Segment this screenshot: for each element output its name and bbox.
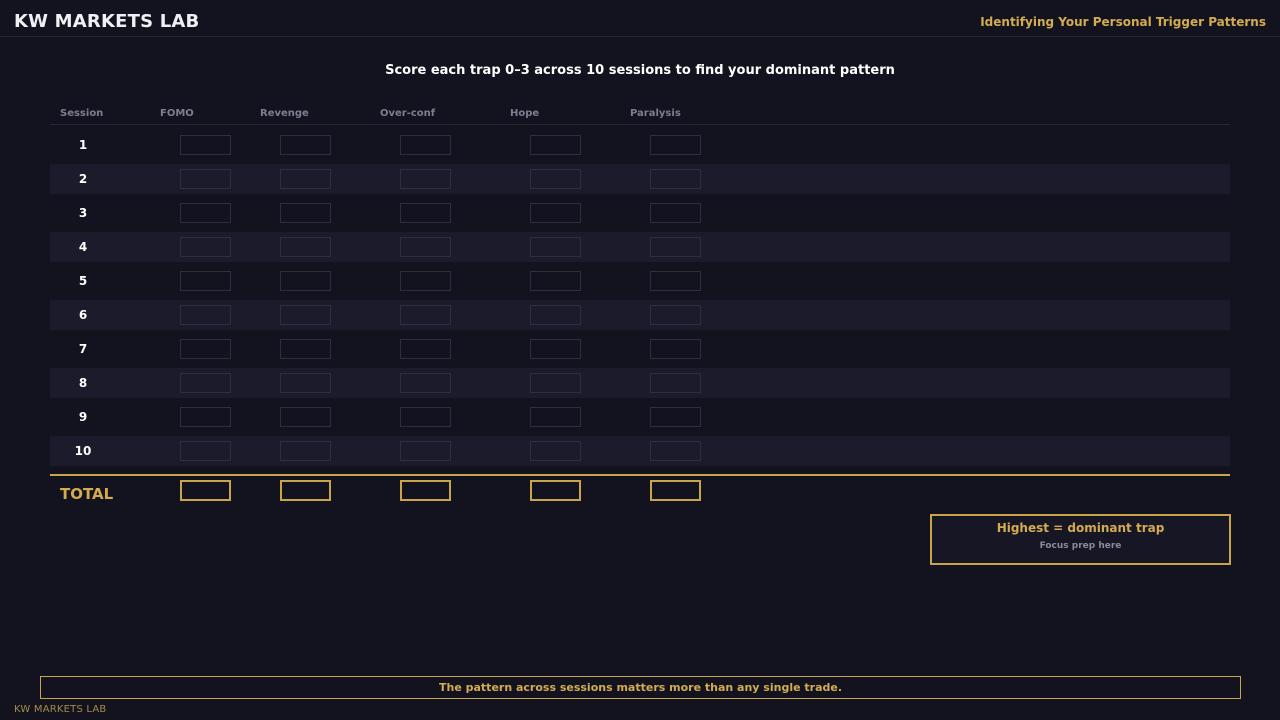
score-cell-hope[interactable]: [530, 373, 581, 393]
score-cell-hope[interactable]: [530, 305, 581, 325]
column-header-revenge: Revenge: [260, 108, 309, 119]
score-cell-revenge[interactable]: [280, 203, 331, 223]
table-row: 7: [50, 334, 1230, 364]
session-number: 1: [78, 138, 88, 152]
score-cell-hope[interactable]: [530, 237, 581, 257]
score-cell-revenge[interactable]: [280, 373, 331, 393]
header-divider: [50, 124, 1230, 125]
score-cell-revenge[interactable]: [280, 271, 331, 291]
session-number: 10: [74, 444, 92, 458]
score-cell-hope[interactable]: [530, 339, 581, 359]
score-cell-paralysis[interactable]: [650, 305, 701, 325]
table-row: 2: [50, 164, 1230, 194]
table-row: 4: [50, 232, 1230, 262]
score-cell-hope[interactable]: [530, 203, 581, 223]
session-number: 3: [78, 206, 88, 220]
table-row: 1: [50, 130, 1230, 160]
footer-note: The pattern across sessions matters more…: [40, 676, 1241, 699]
score-cell-revenge[interactable]: [280, 339, 331, 359]
score-cell-fomo[interactable]: [180, 339, 231, 359]
score-cell-overconf[interactable]: [400, 373, 451, 393]
score-cell-fomo[interactable]: [180, 441, 231, 461]
instruction-text: Score each trap 0–3 across 10 sessions t…: [385, 63, 895, 78]
score-cell-overconf[interactable]: [400, 237, 451, 257]
column-header-overconf: Over-conf: [380, 108, 436, 119]
score-cell-fomo[interactable]: [180, 407, 231, 427]
column-header-hope: Hope: [510, 108, 540, 119]
score-cell-paralysis[interactable]: [650, 135, 701, 155]
column-header-session: Session: [60, 108, 104, 119]
score-cell-paralysis[interactable]: [650, 339, 701, 359]
score-cell-hope[interactable]: [530, 441, 581, 461]
total-revenge-cell[interactable]: [280, 480, 331, 501]
score-cell-overconf[interactable]: [400, 407, 451, 427]
total-fomo-cell[interactable]: [180, 480, 231, 501]
score-cell-revenge[interactable]: [280, 169, 331, 189]
table-row: 5: [50, 266, 1230, 296]
score-cell-fomo[interactable]: [180, 203, 231, 223]
score-cell-overconf[interactable]: [400, 135, 451, 155]
session-number: 7: [78, 342, 88, 356]
session-number: 2: [78, 172, 88, 186]
score-cell-paralysis[interactable]: [650, 169, 701, 189]
score-cell-fomo[interactable]: [180, 271, 231, 291]
score-cell-overconf[interactable]: [400, 203, 451, 223]
dominant-trap-callout: Highest = dominant trap Focus prep here: [930, 514, 1231, 565]
table-row: 10: [50, 436, 1230, 466]
score-cell-fomo[interactable]: [180, 237, 231, 257]
score-cell-revenge[interactable]: [280, 407, 331, 427]
score-cell-overconf[interactable]: [400, 441, 451, 461]
score-cell-hope[interactable]: [530, 407, 581, 427]
column-header-fomo: FOMO: [160, 108, 194, 119]
column-header-paralysis: Paralysis: [630, 108, 681, 119]
table-row: 9: [50, 402, 1230, 432]
score-cell-paralysis[interactable]: [650, 373, 701, 393]
callout-subtitle: Focus prep here: [1039, 541, 1122, 551]
score-cell-hope[interactable]: [530, 271, 581, 291]
score-cell-paralysis[interactable]: [650, 203, 701, 223]
score-cell-paralysis[interactable]: [650, 441, 701, 461]
score-cell-paralysis[interactable]: [650, 407, 701, 427]
score-cell-fomo[interactable]: [180, 135, 231, 155]
header-subtitle: Identifying Your Personal Trigger Patter…: [980, 15, 1266, 29]
total-label: TOTAL: [60, 485, 114, 503]
total-overconf-cell[interactable]: [400, 480, 451, 501]
score-cell-revenge[interactable]: [280, 441, 331, 461]
score-cell-hope[interactable]: [530, 135, 581, 155]
session-number: 9: [78, 410, 88, 424]
table-row: 3: [50, 198, 1230, 228]
score-cell-overconf[interactable]: [400, 271, 451, 291]
score-cell-revenge[interactable]: [280, 237, 331, 257]
score-cell-revenge[interactable]: [280, 305, 331, 325]
score-cell-hope[interactable]: [530, 169, 581, 189]
score-cell-overconf[interactable]: [400, 169, 451, 189]
score-cell-fomo[interactable]: [180, 169, 231, 189]
total-hope-cell[interactable]: [530, 480, 581, 501]
score-cell-fomo[interactable]: [180, 373, 231, 393]
scoring-sheet-page: KW MARKETS LAB Identifying Your Personal…: [0, 0, 1280, 720]
session-number: 5: [78, 274, 88, 288]
total-paralysis-cell[interactable]: [650, 480, 701, 501]
table-row: 6: [50, 300, 1230, 330]
top-header: KW MARKETS LAB Identifying Your Personal…: [0, 0, 1280, 37]
score-cell-overconf[interactable]: [400, 339, 451, 359]
brand-title: KW MARKETS LAB: [14, 11, 200, 32]
table-row: 8: [50, 368, 1230, 398]
footer-brand: KW MARKETS LAB: [14, 704, 107, 715]
score-cell-paralysis[interactable]: [650, 237, 701, 257]
score-cell-paralysis[interactable]: [650, 271, 701, 291]
score-cell-revenge[interactable]: [280, 135, 331, 155]
score-cell-overconf[interactable]: [400, 305, 451, 325]
score-cell-fomo[interactable]: [180, 305, 231, 325]
total-divider: [50, 474, 1230, 476]
callout-title: Highest = dominant trap: [996, 521, 1165, 535]
session-number: 8: [78, 376, 88, 390]
session-number: 6: [78, 308, 88, 322]
session-number: 4: [78, 240, 88, 254]
